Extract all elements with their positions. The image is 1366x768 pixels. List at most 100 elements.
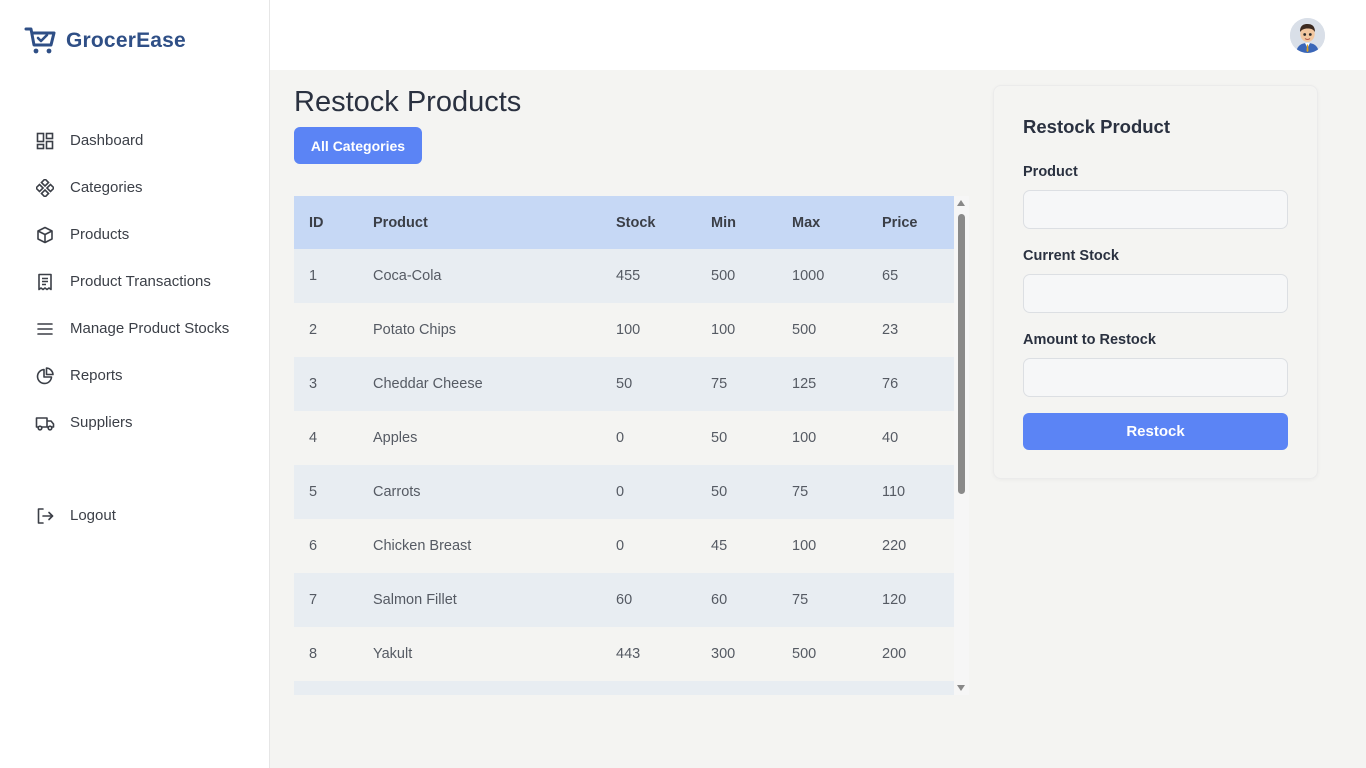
cell-price: 65 [882,268,899,284]
cell-price: 220 [882,538,907,554]
categories-icon [35,178,55,198]
cell-stock: 50 [616,376,633,392]
sidebar-nav: Dashboard Categories Products Product Tr… [0,117,270,446]
cell-stock: 0 [616,538,625,554]
cell-id: 6 [309,538,318,554]
cell-price: 120 [882,592,907,608]
cell-product: Cheddar Cheese [373,376,483,392]
restock-form-title: Restock Product [1023,116,1171,137]
sidebar: GrocerEase Dashboard Categories Products… [0,0,270,768]
products-table: ID Product Stock Min Max Price 1 Coca-Co… [294,196,954,695]
cell-price: 110 [882,484,906,500]
cell-price: 40 [882,430,899,446]
sidebar-item-label: Reports [70,367,123,384]
dashboard-icon [35,131,55,151]
cell-price: 76 [882,376,899,392]
cell-min: 50 [711,484,728,500]
table-row[interactable]: 5 Carrots 0 50 75 110 [294,465,954,519]
sidebar-item-label: Dashboard [70,132,144,149]
product-label: Product [1023,164,1078,180]
sidebar-item-label: Products [70,226,130,243]
table-row[interactable]: 8 Yakult 443 300 500 200 [294,627,954,681]
sidebar-item-label: Suppliers [70,414,133,431]
cell-min: 75 [711,376,728,392]
column-header-id[interactable]: ID [294,196,373,249]
cell-id: 1 [309,268,318,284]
cell-id: 8 [309,646,318,662]
cell-stock: 100 [616,322,641,338]
box-icon [35,225,55,245]
cell-min: 45 [711,538,728,554]
cell-product: Apples [373,430,418,446]
cell-price: 200 [882,646,907,662]
table-header-row: ID Product Stock Min Max Price [294,196,954,249]
column-header-min[interactable]: Min [711,196,792,249]
cell-price: 23 [882,322,899,338]
sidebar-item-product-transactions[interactable]: Product Transactions [0,258,270,305]
sidebar-item-reports[interactable]: Reports [0,352,270,399]
cell-stock: 0 [616,430,625,446]
scroll-down-arrow-icon[interactable] [957,685,965,691]
column-header-max[interactable]: Max [792,196,882,249]
cell-product: Coca-Cola [373,268,442,284]
cell-product: Salmon Fillet [373,592,457,608]
cell-product: Potato Chips [373,322,457,338]
cell-stock: 443 [616,646,641,662]
amount-to-restock-field[interactable] [1023,358,1288,397]
cell-id: 7 [309,592,318,608]
column-header-product[interactable]: Product [373,196,616,249]
logout-icon [35,506,55,526]
cell-id: 5 [309,484,318,500]
category-filter-button[interactable]: All Categories [294,127,422,164]
table-row[interactable]: 6 Chicken Breast 0 45 100 220 [294,519,954,573]
menu-lines-icon [35,319,55,339]
sidebar-item-logout[interactable]: Logout [0,492,270,539]
sidebar-item-suppliers[interactable]: Suppliers [0,399,270,446]
cell-max: 75 [792,484,809,500]
user-avatar[interactable] [1290,18,1325,53]
cell-max: 500 [792,322,817,338]
top-bar [270,0,1366,70]
app-logo[interactable]: GrocerEase [24,26,186,56]
cell-product: Yakult [373,646,413,662]
sidebar-item-products[interactable]: Products [0,211,270,258]
table-row[interactable]: 3 Cheddar Cheese 50 75 125 76 [294,357,954,411]
cell-max: 500 [792,646,817,662]
cell-max: 1000 [792,268,825,284]
current-stock-label: Current Stock [1023,248,1119,264]
restock-button[interactable]: Restock [1023,413,1288,450]
column-header-price[interactable]: Price [882,196,954,249]
table-row[interactable]: 4 Apples 0 50 100 40 [294,411,954,465]
cell-stock: 455 [616,268,641,284]
cell-min: 500 [711,268,736,284]
scroll-up-arrow-icon[interactable] [957,200,965,206]
products-table-container: ID Product Stock Min Max Price 1 Coca-Co… [294,196,954,695]
product-field[interactable] [1023,190,1288,229]
cell-id: 4 [309,430,318,446]
cell-stock: 60 [616,592,633,608]
pie-chart-icon [35,366,55,386]
scrollbar-thumb[interactable] [958,214,965,494]
cell-product: Chicken Breast [373,538,472,554]
sidebar-item-dashboard[interactable]: Dashboard [0,117,270,164]
amount-to-restock-label: Amount to Restock [1023,332,1156,348]
cell-max: 100 [792,430,817,446]
table-row[interactable]: 7 Salmon Fillet 60 60 75 120 [294,573,954,627]
cell-min: 50 [711,430,728,446]
receipt-icon [35,272,55,292]
table-row[interactable] [294,681,954,695]
sidebar-item-categories[interactable]: Categories [0,164,270,211]
cell-min: 100 [711,322,736,338]
sidebar-item-label: Logout [70,507,116,524]
cell-max: 125 [792,376,817,392]
sidebar-item-manage-product-stocks[interactable]: Manage Product Stocks [0,305,270,352]
current-stock-field[interactable] [1023,274,1288,313]
column-header-stock[interactable]: Stock [616,196,711,249]
logout-section: Logout [0,492,270,539]
restock-form-card: Restock Product Product Current Stock Am… [993,85,1318,479]
sidebar-item-label: Manage Product Stocks [70,320,230,337]
table-row[interactable]: 2 Potato Chips 100 100 500 23 [294,303,954,357]
table-row[interactable]: 1 Coca-Cola 455 500 1000 65 [294,249,954,303]
table-scrollbar[interactable] [954,196,969,695]
sidebar-item-label: Categories [70,179,143,196]
